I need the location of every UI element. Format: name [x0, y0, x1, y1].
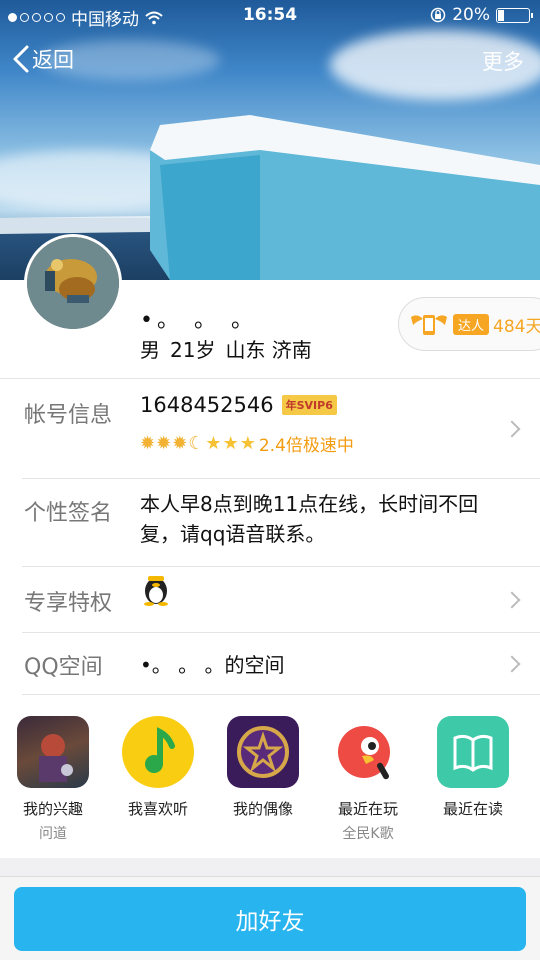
orientation-lock-icon: [430, 7, 446, 23]
qq-number: 1648452546: [140, 393, 274, 417]
status-bar: 中国移动 16:54 20%: [0, 0, 540, 32]
winged-phone-icon: [411, 315, 447, 335]
qzone-label: QQ空间: [24, 655, 103, 680]
age: 21岁: [170, 338, 216, 362]
back-label: 返回: [32, 48, 74, 72]
battery-icon: [496, 7, 533, 23]
avatar[interactable]: [24, 234, 122, 332]
signature-label: 个性签名: [24, 501, 113, 526]
bottom-action-bar: 加好友: [0, 876, 540, 960]
talent-badge[interactable]: 达人 484天: [398, 297, 540, 351]
app-title: 最近在读: [442, 800, 503, 818]
more-button[interactable]: 更多: [482, 46, 524, 76]
sun-icon: ✹: [156, 433, 172, 454]
qzone-name: •。 。 。的空间: [140, 653, 285, 677]
svip-badge: 年SVIP6: [281, 395, 337, 415]
profile-meta: 男 21岁 山东 济南: [140, 334, 322, 363]
talent-days: 484天: [493, 316, 540, 337]
chevron-right-icon: [503, 655, 521, 673]
account-info-row[interactable]: 帐号信息 1648452546 年SVIP6 ✹ ✹ ✹ ☾ ★ ★ ★ 2.4…: [22, 379, 540, 479]
qq-music-icon: [122, 716, 194, 788]
star-icon: ★: [205, 433, 222, 454]
star-icon: ★: [222, 433, 239, 454]
add-friend-button[interactable]: 加好友: [14, 887, 526, 951]
app-subtitle: 问道: [39, 826, 67, 842]
sun-icon: ✹: [172, 433, 188, 454]
chevron-right-icon: [503, 420, 521, 438]
privilege-label: 专享特权: [24, 591, 113, 616]
app-playing[interactable]: 最近在玩 全民K歌: [318, 716, 418, 843]
avatar-image: [27, 237, 119, 329]
app-interest[interactable]: 我的兴趣 问道: [3, 716, 103, 843]
qq-level: ✹ ✹ ✹ ☾ ★ ★ ★ 2.4倍极速中: [140, 431, 354, 456]
game-avatar-icon: [17, 716, 89, 788]
app-title: 最近在玩: [337, 800, 398, 818]
qq-penguin-icon: [144, 576, 168, 606]
talent-tag: 达人: [453, 313, 490, 335]
nickname: •。 。 。: [140, 308, 257, 333]
signature-text: 本人早8点到晚11点在线，长时间不回复，请qq语音联系。: [140, 492, 479, 546]
star-icon: ★: [239, 433, 256, 454]
back-button[interactable]: 返回: [12, 44, 74, 74]
interest-apps: 我的兴趣 问道 我喜欢听 我的偶像 最近在玩 全民K歌 最近在读: [0, 706, 540, 856]
app-idol[interactable]: 我的偶像: [213, 716, 313, 823]
location: 山东 济南: [225, 338, 312, 362]
app-music[interactable]: 我喜欢听: [108, 716, 208, 823]
battery-percent: 20%: [452, 5, 490, 25]
signature-row: 个性签名 本人早8点到晚11点在线，长时间不回复，请qq语音联系。: [22, 479, 540, 567]
idol-star-icon: [227, 716, 299, 788]
sun-icon: ✹: [140, 433, 156, 454]
book-icon: [437, 716, 509, 788]
nav-bar: 返回 更多: [0, 42, 540, 82]
app-title: 我喜欢听: [127, 800, 188, 818]
karaoke-icon: [332, 716, 404, 788]
app-title: 我的兴趣: [22, 800, 83, 818]
privilege-row[interactable]: 专享特权: [22, 567, 540, 633]
app-subtitle: 全民K歌: [342, 826, 394, 842]
chevron-right-icon: [503, 591, 521, 609]
level-speed: 2.4倍极速中: [258, 436, 354, 456]
moon-icon: ☾: [188, 433, 205, 454]
qzone-row[interactable]: QQ空间 •。 。 。的空间: [22, 633, 540, 695]
app-reading[interactable]: 最近在读: [423, 716, 523, 823]
account-info-label: 帐号信息: [24, 403, 113, 428]
gender: 男: [140, 338, 160, 362]
app-title: 我的偶像: [232, 800, 293, 818]
chevron-left-icon: [13, 45, 29, 73]
